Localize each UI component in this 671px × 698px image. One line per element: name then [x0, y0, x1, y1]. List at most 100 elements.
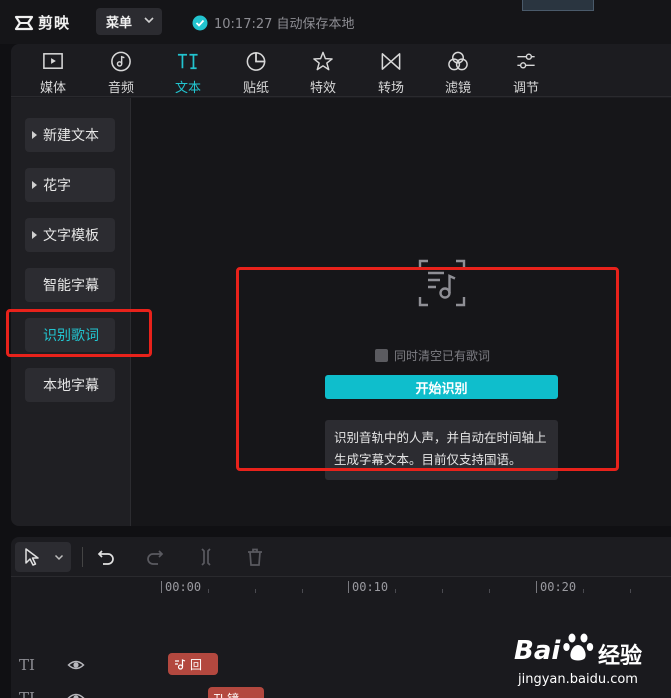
- select-tool-button[interactable]: [15, 542, 71, 572]
- clip-text-icon: TI: [214, 692, 224, 698]
- autosave-text: 10:17:27 自动保存本地: [214, 17, 355, 32]
- capcut-logo-icon: [14, 15, 34, 30]
- text-sidebar: 新建文本 花字 文字模板 智能字幕 识别歌词 本地字幕: [11, 98, 131, 526]
- lyrics-description: 识别音轨中的人声，并自动在时间轴上生成字幕文本。目前仅支持国语。: [325, 420, 558, 480]
- lyrics-recognition-icon: [418, 259, 466, 307]
- undo-icon[interactable]: [95, 546, 117, 568]
- timeline-ruler[interactable]: 00:00 00:10 00:20: [11, 577, 671, 597]
- watermark-suffix: 经验: [598, 644, 643, 669]
- watermark-brand: Bai: [514, 636, 561, 666]
- minor-tick: [395, 589, 396, 593]
- tick-mark: [161, 581, 162, 593]
- media-icon: [43, 53, 63, 69]
- sidebar-item-local-captions[interactable]: 本地字幕: [25, 368, 115, 402]
- sidebar-item-label: 花字: [43, 178, 71, 194]
- baidu-paw-icon: [563, 633, 594, 661]
- preview-thumbnail: [522, 0, 594, 11]
- title-bar: 剪映 菜单 10:17:27 自动保存本地: [0, 0, 671, 44]
- tab-adjust[interactable]: 调节: [498, 48, 554, 96]
- tab-text[interactable]: 文本: [160, 48, 216, 96]
- sidebar-item-fancy-text[interactable]: 花字: [25, 168, 115, 202]
- tab-media[interactable]: 媒体: [25, 48, 81, 96]
- effects-icon: [313, 51, 333, 71]
- tab-label: 转场: [377, 81, 404, 96]
- filter-icon: [448, 51, 468, 71]
- sidebar-item-label: 识别歌词: [43, 328, 99, 344]
- tab-label: 音频: [107, 81, 134, 96]
- tick-mark: [348, 581, 349, 593]
- menu-label: 菜单: [106, 16, 133, 31]
- triangle-right-icon: [32, 231, 37, 239]
- app-window: 剪映 菜单 10:17:27 自动保存本地 媒体 音频 文本 贴纸 特效 转场 …: [0, 0, 671, 698]
- minor-tick: [583, 589, 584, 593]
- tab-label: 媒体: [39, 81, 66, 96]
- check-circle-icon: [192, 15, 208, 30]
- start-recognition-button[interactable]: 开始识别: [325, 375, 558, 399]
- text-panel-content: 新建文本 花字 文字模板 智能字幕 识别歌词 本地字幕 同时清空已有歌词 开始识…: [11, 98, 671, 526]
- resource-panel: 媒体 音频 文本 贴纸 特效 转场 滤镜 调节 新建文本 花字 文字模板 智能字…: [11, 44, 671, 526]
- minor-tick: [630, 589, 631, 593]
- sidebar-item-label: 新建文本: [43, 128, 99, 144]
- tab-label: 贴纸: [242, 81, 269, 96]
- sidebar-item-recognize-lyrics[interactable]: 识别歌词: [25, 318, 115, 352]
- lyrics-clip[interactable]: 回: [168, 653, 218, 675]
- eye-icon[interactable]: [67, 689, 85, 698]
- music-note-icon: [175, 659, 186, 670]
- clip-label: 回: [190, 657, 203, 672]
- tab-label: 调节: [512, 81, 539, 96]
- triangle-right-icon: [32, 181, 37, 189]
- adjust-icon: [517, 53, 535, 69]
- minor-tick: [489, 589, 490, 593]
- tab-filter[interactable]: 滤镜: [430, 48, 486, 96]
- sidebar-item-label: 本地字幕: [43, 378, 99, 394]
- clip-label: 镜: [227, 690, 239, 698]
- text-icon: [177, 53, 198, 70]
- clear-lyrics-checkbox[interactable]: [375, 349, 388, 362]
- menu-button[interactable]: 菜单: [96, 8, 162, 35]
- sidebar-item-label: 文字模板: [43, 228, 99, 244]
- cursor-icon: [25, 548, 39, 566]
- eye-icon[interactable]: [67, 656, 85, 674]
- clear-lyrics-option[interactable]: 同时清空已有歌词: [375, 347, 490, 364]
- text-track-icon: TI: [19, 689, 35, 698]
- text-track-icon: TI: [19, 656, 35, 674]
- audio-icon: [111, 51, 131, 72]
- tab-transition[interactable]: 转场: [363, 48, 419, 96]
- app-logo: 剪映: [14, 12, 70, 33]
- autosave-status: 10:17:27 自动保存本地: [192, 13, 355, 32]
- tab-effects[interactable]: 特效: [295, 48, 351, 96]
- baidu-watermark: Bai 经验 jingyan.baidu.com: [510, 624, 660, 694]
- tab-label: 滤镜: [444, 81, 471, 96]
- tab-sticker[interactable]: 贴纸: [228, 48, 284, 96]
- lyrics-clip[interactable]: TI 镜: [208, 687, 264, 698]
- sidebar-item-text-template[interactable]: 文字模板: [25, 218, 115, 252]
- clear-lyrics-label: 同时清空已有歌词: [394, 349, 491, 363]
- sidebar-item-label: 智能字幕: [43, 278, 99, 294]
- minor-tick: [208, 589, 209, 593]
- app-name: 剪映: [38, 14, 71, 32]
- toolbar-divider: [82, 547, 83, 567]
- sticker-icon: [246, 52, 266, 71]
- minor-tick: [442, 589, 443, 593]
- transition-icon: [381, 53, 401, 70]
- sidebar-item-auto-captions[interactable]: 智能字幕: [25, 268, 115, 302]
- timeline-toolbar: [11, 537, 671, 577]
- split-icon[interactable]: [195, 546, 217, 568]
- minor-tick: [255, 589, 256, 593]
- delete-icon[interactable]: [244, 546, 266, 568]
- tick-mark: [536, 581, 537, 593]
- tick-label: 00:10: [352, 580, 389, 594]
- chevron-down-icon: [144, 17, 154, 24]
- tab-label: 文本: [174, 81, 201, 96]
- watermark-url: jingyan.baidu.com: [518, 672, 638, 687]
- redo-icon[interactable]: [144, 546, 166, 568]
- tick-label: 00:00: [165, 580, 202, 594]
- category-toolbar: 媒体 音频 文本 贴纸 特效 转场 滤镜 调节: [11, 44, 671, 97]
- minor-tick: [302, 589, 303, 593]
- sidebar-item-new-text[interactable]: 新建文本: [25, 118, 115, 152]
- triangle-right-icon: [32, 131, 37, 139]
- tab-label: 特效: [309, 81, 336, 96]
- tick-label: 00:20: [540, 580, 577, 594]
- chevron-down-icon: [54, 554, 64, 561]
- tab-audio[interactable]: 音频: [93, 48, 149, 96]
